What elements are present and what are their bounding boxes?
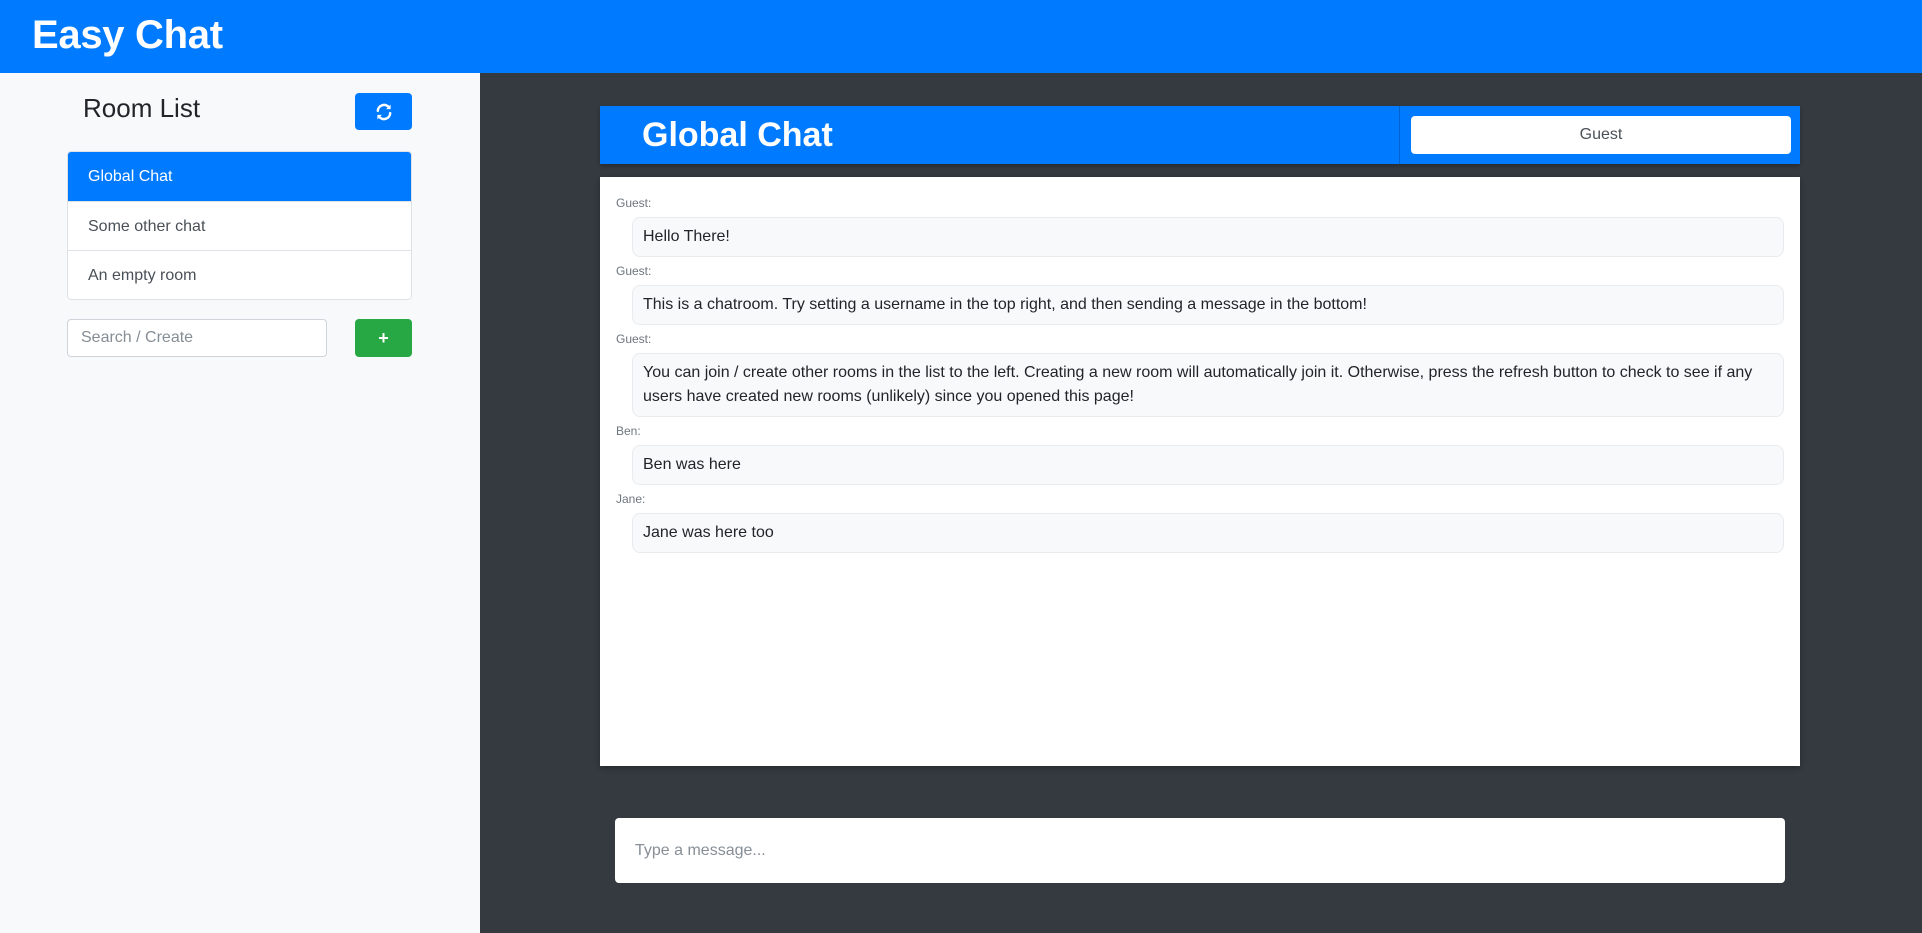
chat-area: Global Chat Guest: Hello There! Guest: T… <box>480 73 1922 933</box>
message: Guest: Hello There! <box>616 195 1784 257</box>
room-list-title: Room List <box>83 93 201 123</box>
message-bubble: This is a chatroom. Try setting a userna… <box>632 285 1784 325</box>
message: Ben: Ben was here <box>616 423 1784 485</box>
message-author: Guest: <box>616 196 652 210</box>
message-input[interactable] <box>615 818 1785 883</box>
message: Jane: Jane was here too <box>616 491 1784 553</box>
message-bubble: Hello There! <box>632 217 1784 257</box>
username-input[interactable] <box>1411 116 1791 154</box>
message-bubble: Jane was here too <box>632 513 1784 553</box>
message-bubble: Ben was here <box>632 445 1784 485</box>
message-author: Guest: <box>616 264 652 278</box>
room-item-an-empty-room[interactable]: An empty room <box>68 250 411 299</box>
message-author: Guest: <box>616 332 652 346</box>
add-room-button[interactable]: + <box>355 319 412 357</box>
header-divider <box>1399 106 1400 164</box>
chat-header: Global Chat <box>600 106 1800 164</box>
message-list[interactable]: Guest: Hello There! Guest: This is a cha… <box>600 177 1800 766</box>
room-list: Global Chat Some other chat An empty roo… <box>67 151 412 300</box>
refresh-icon <box>376 103 391 120</box>
room-item-global-chat[interactable]: Global Chat <box>68 152 411 201</box>
message-author: Ben: <box>616 424 641 438</box>
message-bubble: You can join / create other rooms in the… <box>632 353 1784 417</box>
room-item-some-other-chat[interactable]: Some other chat <box>68 201 411 250</box>
sidebar: Room List Global Chat Some other chat An… <box>0 73 480 933</box>
message: Guest: You can join / create other rooms… <box>616 331 1784 417</box>
app-title[interactable]: Easy Chat <box>32 13 223 58</box>
refresh-button[interactable] <box>355 93 412 130</box>
navbar: Easy Chat <box>0 0 1922 73</box>
chat-room-title: Global Chat <box>642 116 833 154</box>
search-create-input[interactable] <box>67 319 327 357</box>
message-author: Jane: <box>616 492 646 506</box>
message: Guest: This is a chatroom. Try setting a… <box>616 263 1784 325</box>
